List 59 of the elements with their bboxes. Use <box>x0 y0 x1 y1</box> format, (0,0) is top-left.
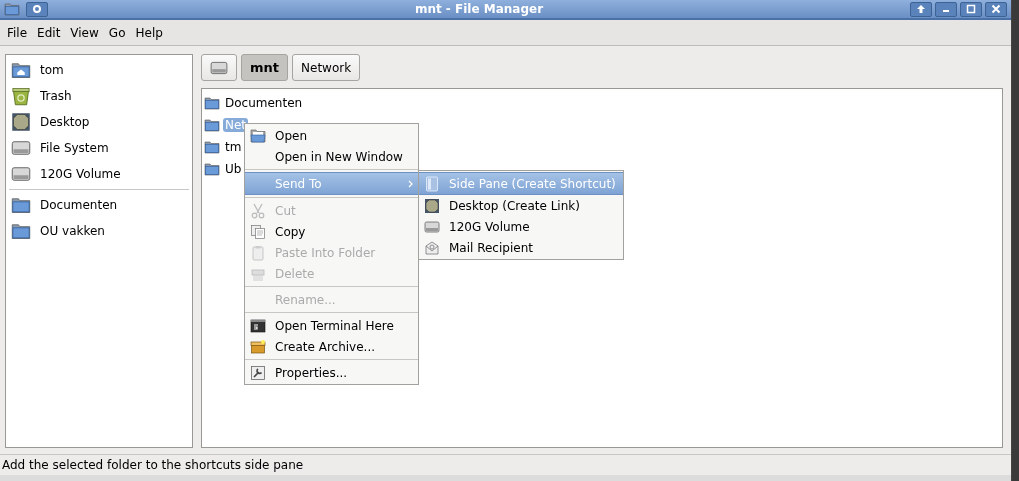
copy-icon <box>250 223 266 240</box>
folder-icon <box>4 1 20 17</box>
file-name[interactable]: tm <box>223 140 244 154</box>
sidebar-item[interactable]: Documenten <box>6 192 192 218</box>
file-name[interactable]: Ub <box>223 162 244 176</box>
folder-icon <box>204 95 220 111</box>
menu-item[interactable]: Desktop (Create Link) <box>419 195 623 216</box>
home-folder-icon <box>11 60 31 80</box>
menu-item[interactable]: File <box>2 25 33 40</box>
close-button[interactable] <box>985 1 1007 17</box>
maximize-icon <box>966 4 976 14</box>
menu-item[interactable]: Copy <box>245 221 418 242</box>
window-title: mnt - File Manager <box>413 2 545 16</box>
sidebar-item[interactable]: 120G Volume <box>6 161 192 187</box>
mail-icon <box>424 239 440 256</box>
scissors-icon <box>250 202 266 219</box>
sidebar-item[interactable]: tom <box>6 57 192 83</box>
up-arrow-icon <box>916 4 926 14</box>
folder-icon <box>11 221 31 241</box>
side-pane-icon <box>424 175 440 192</box>
desktop-icon <box>11 112 31 132</box>
menu-item[interactable]: View <box>65 25 104 40</box>
drive-icon <box>11 164 31 184</box>
file-name[interactable]: Documenten <box>223 96 305 110</box>
folder-icon <box>204 117 220 133</box>
terminal-icon <box>250 317 266 334</box>
menu-item[interactable]: Help <box>130 25 168 40</box>
desktop-icon <box>424 197 440 214</box>
trash-icon <box>11 86 31 106</box>
circle-icon <box>32 4 42 14</box>
folder-icon <box>204 139 220 155</box>
close-icon <box>991 4 1001 14</box>
menu-item[interactable]: Properties... <box>245 362 418 383</box>
menu-item[interactable]: Open Terminal Here <box>245 315 418 336</box>
window-menu-button[interactable] <box>26 1 48 17</box>
sidebar-item[interactable]: Trash <box>6 83 192 109</box>
minimize-button[interactable] <box>935 1 957 17</box>
sidebar-item[interactable]: File System <box>6 135 192 161</box>
folder-icon <box>204 161 220 177</box>
menu-item[interactable]: Go <box>103 25 131 40</box>
raise-button[interactable] <box>910 1 932 17</box>
properties-icon <box>250 364 266 381</box>
drive-icon <box>424 218 440 235</box>
sidebar-item[interactable]: OU vakken <box>6 218 192 244</box>
menu-item[interactable]: 120G Volume <box>419 216 623 237</box>
menu-item[interactable]: Edit <box>32 25 66 40</box>
clipboard-icon <box>250 244 266 261</box>
menu-item[interactable]: Create Archive... <box>245 336 418 357</box>
path-button[interactable] <box>201 54 237 81</box>
path-button[interactable]: mnt <box>241 54 288 81</box>
archive-box-icon <box>250 338 266 355</box>
path-button[interactable]: Network <box>292 54 361 81</box>
folder-icon <box>11 195 31 215</box>
folder-open-icon <box>250 127 266 144</box>
menu-item[interactable]: Mail Recipient <box>419 237 623 258</box>
maximize-button[interactable] <box>960 1 982 17</box>
drive-icon <box>11 138 31 158</box>
sidebar-item[interactable]: Desktop <box>6 109 192 135</box>
menu-item[interactable]: Open in New Window <box>245 146 418 167</box>
